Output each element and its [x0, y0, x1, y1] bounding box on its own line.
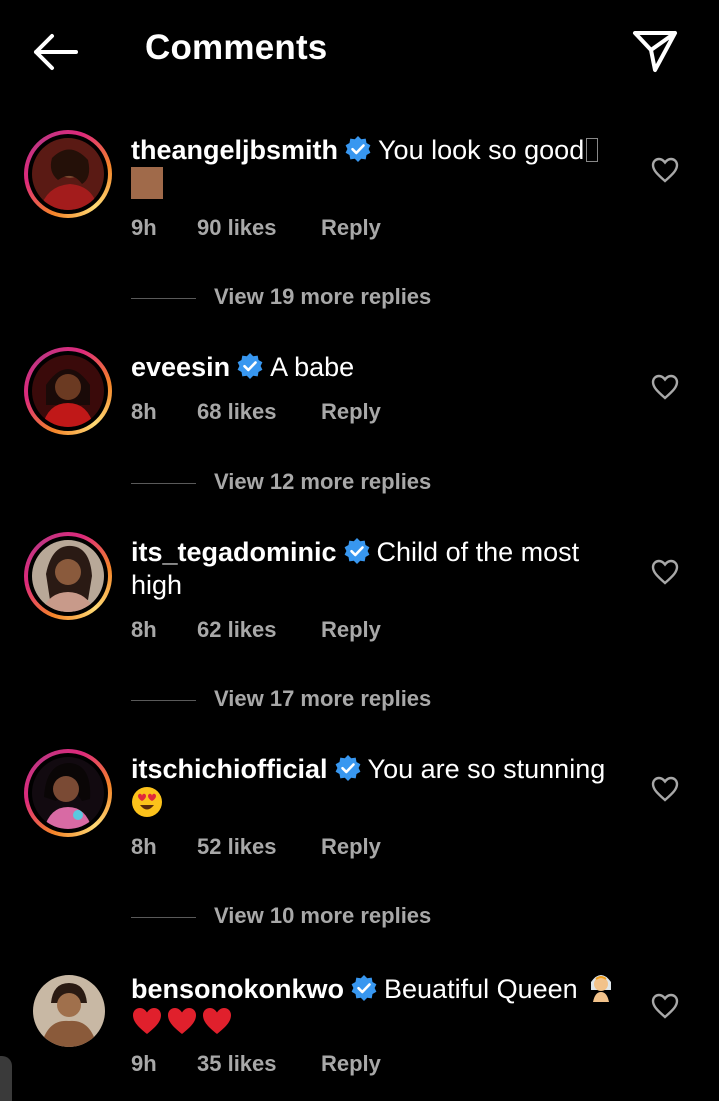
avatar-photo: [32, 757, 104, 829]
view-replies-label: View 17 more replies: [214, 686, 432, 711]
likes-count[interactable]: 35 likes: [197, 1051, 321, 1077]
verified-badge-icon: [237, 353, 263, 379]
comment-username[interactable]: bensonokonkwo: [131, 974, 344, 1004]
comment-meta: 9h 90 likes Reply: [131, 215, 381, 241]
comment-meta: 8h 52 likes Reply: [131, 834, 381, 860]
verified-badge-icon: [344, 538, 369, 564]
comment-time: 8h: [131, 834, 157, 859]
view-replies-button[interactable]: View 17 more replies: [131, 686, 431, 712]
verified-badge-icon: [351, 975, 377, 1001]
reply-button[interactable]: Reply: [321, 1051, 381, 1077]
likes-count[interactable]: 90 likes: [197, 215, 321, 241]
red-hearts-emoji-icon: [133, 1008, 231, 1034]
reply-button[interactable]: Reply: [321, 399, 381, 425]
comment-body: A babe: [270, 352, 355, 382]
comment-text-block: its_tegadominic Child of the most high: [131, 536, 631, 602]
heart-icon[interactable]: [651, 374, 679, 400]
heart-icon[interactable]: [651, 993, 679, 1019]
avatar-photo: [32, 355, 104, 427]
avatar-photo: [32, 540, 104, 612]
replies-divider: [131, 482, 196, 484]
avatar[interactable]: [24, 532, 112, 620]
comment-text-block: eveesin A babe: [131, 351, 631, 384]
heart-icon[interactable]: [651, 559, 679, 585]
comment-meta: 9h 35 likes Reply: [131, 1051, 381, 1077]
view-replies-label: View 12 more replies: [214, 469, 432, 494]
avatar[interactable]: [24, 130, 112, 218]
comment-text-block: bensonokonkwo Beuatiful Queen: [131, 970, 631, 1040]
comment-username[interactable]: theangeljbsmith: [131, 135, 338, 165]
comment-text-block: itschichiofficial You are so stunning: [131, 753, 631, 822]
avatar-photo: [33, 975, 105, 1047]
replies-divider: [131, 916, 196, 918]
comment-body: Beuatiful Queen: [384, 974, 578, 1004]
heart-icon[interactable]: [651, 776, 679, 802]
page-title: Comments: [145, 28, 328, 67]
likes-count[interactable]: 68 likes: [197, 399, 321, 425]
view-replies-button[interactable]: View 12 more replies: [131, 469, 431, 495]
avatar[interactable]: [33, 975, 105, 1047]
comment-time: 9h: [131, 215, 157, 240]
view-replies-label: View 19 more replies: [214, 284, 432, 309]
likes-count[interactable]: 52 likes: [197, 834, 321, 860]
header: Comments: [0, 0, 719, 100]
reply-button[interactable]: Reply: [321, 617, 381, 643]
comment-username[interactable]: eveesin: [131, 352, 230, 382]
heart-eyes-emoji-icon: [132, 787, 162, 817]
comment-time: 8h: [131, 399, 157, 424]
share-button[interactable]: [630, 26, 680, 76]
comment-meta: 8h 62 likes Reply: [131, 617, 381, 643]
replies-divider: [131, 699, 196, 701]
comment-time: 8h: [131, 617, 157, 642]
likes-count[interactable]: 62 likes: [197, 617, 321, 643]
arrow-left-icon: [34, 34, 78, 70]
avatar-photo: [32, 138, 104, 210]
comment-username[interactable]: its_tegadominic: [131, 537, 337, 567]
bride-emoji-icon: [591, 975, 612, 1002]
comment-body: You look so good: [378, 135, 585, 165]
avatar[interactable]: [24, 749, 112, 837]
comment-text-block: theangeljbsmith You look so good: [131, 134, 631, 201]
skin-tone-emoji-icon: [131, 167, 163, 199]
comment-username[interactable]: itschichiofficial: [131, 754, 328, 784]
avatar[interactable]: [24, 347, 112, 435]
view-replies-label: View 10 more replies: [214, 903, 432, 928]
reply-button[interactable]: Reply: [321, 834, 381, 860]
view-replies-button[interactable]: View 10 more replies: [131, 903, 431, 929]
edge-handle[interactable]: [0, 1056, 12, 1101]
view-replies-button[interactable]: View 19 more replies: [131, 284, 431, 310]
heart-icon[interactable]: [651, 157, 679, 183]
comment-time: 9h: [131, 1051, 157, 1076]
verified-badge-icon: [345, 136, 371, 162]
replies-divider: [131, 297, 196, 299]
reply-button[interactable]: Reply: [321, 215, 381, 241]
back-button[interactable]: [30, 32, 82, 72]
verified-badge-icon: [335, 755, 360, 781]
comment-body: You are so stunning: [367, 754, 606, 784]
comment-meta: 8h 68 likes Reply: [131, 399, 381, 425]
unknown-glyph-icon: [586, 138, 599, 162]
paper-plane-icon: [633, 31, 677, 72]
